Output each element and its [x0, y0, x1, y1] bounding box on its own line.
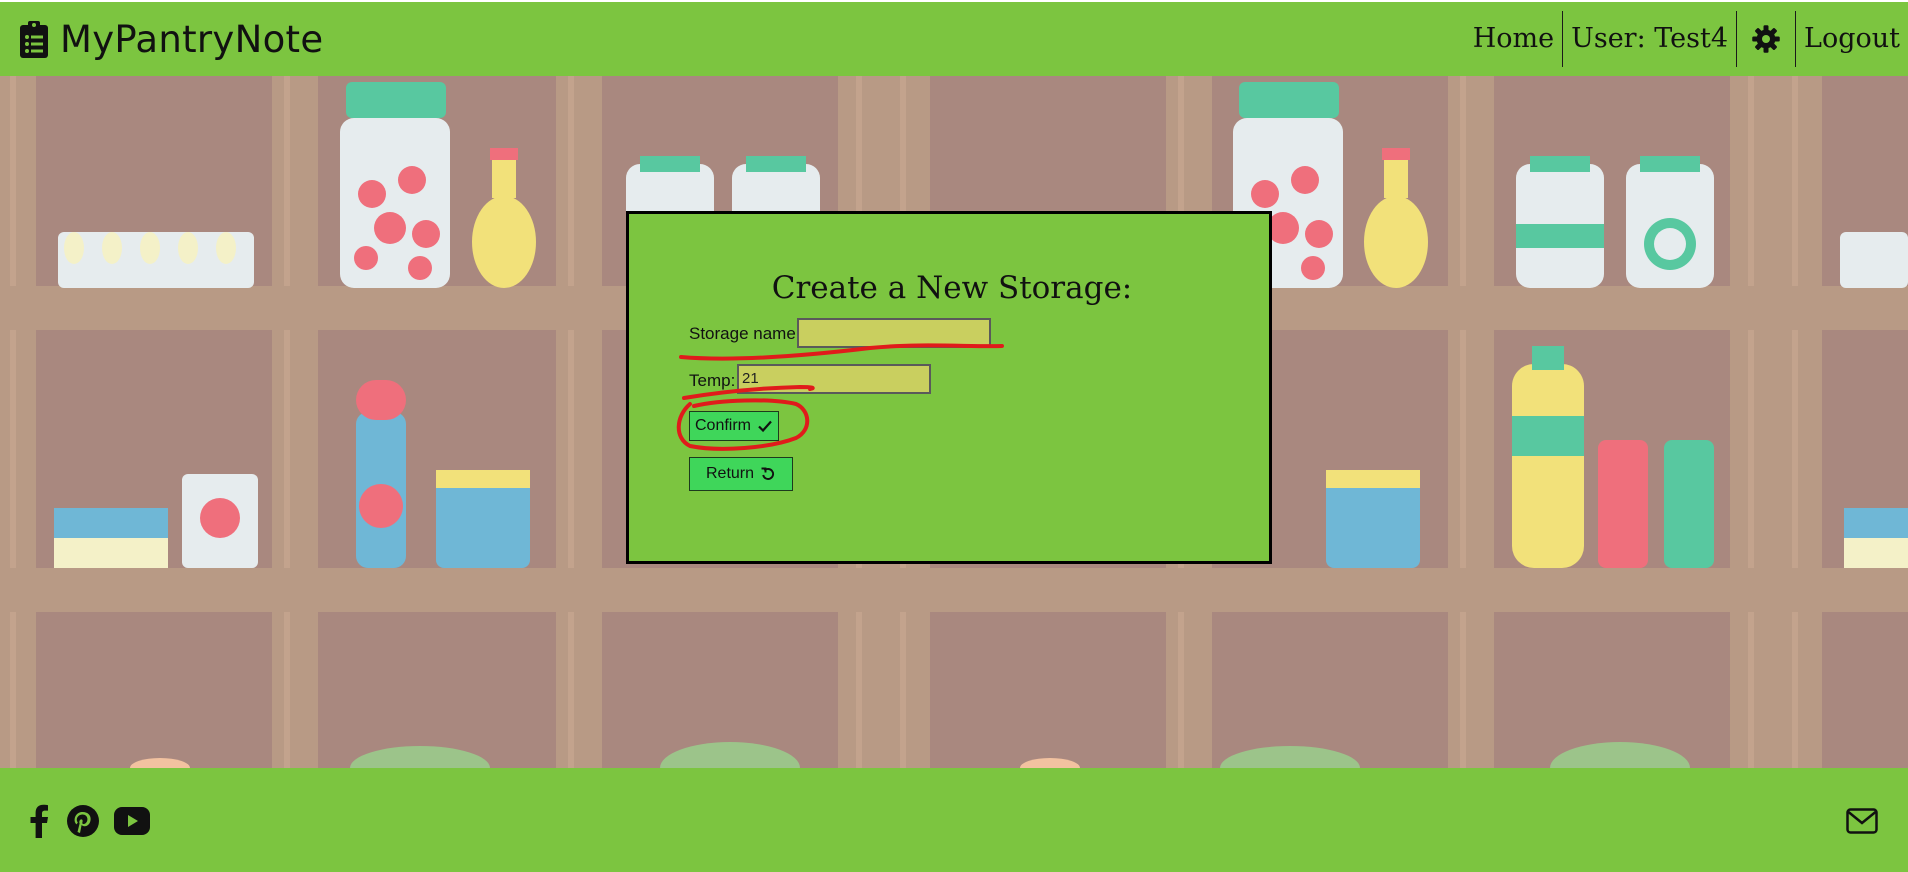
dialog-title: Create a New Storage:: [771, 270, 1133, 306]
temp-input[interactable]: 21: [737, 364, 931, 394]
settings-button[interactable]: [1736, 11, 1795, 67]
gear-icon: [1752, 25, 1780, 53]
social-links: [28, 804, 150, 838]
confirm-button-label: Confirm: [694, 417, 751, 434]
return-button-label: Return: [705, 465, 755, 482]
youtube-icon[interactable]: [114, 807, 150, 835]
envelope-icon[interactable]: [1846, 808, 1878, 834]
main-nav: Home User: Test4 Logout: [1465, 2, 1908, 76]
return-button[interactable]: Return: [689, 457, 793, 491]
undo-icon: [761, 467, 775, 480]
nav-user-label[interactable]: User: Test4: [1562, 11, 1736, 67]
nav-logout-link[interactable]: Logout: [1795, 11, 1908, 67]
contact-link[interactable]: [1846, 804, 1878, 838]
check-icon: [758, 420, 772, 433]
temp-label: Temp:: [689, 371, 736, 390]
create-storage-dialog: Create a New Storage: Storage name: Temp…: [626, 211, 1272, 564]
storage-name-input[interactable]: [797, 318, 991, 348]
nav-home-link[interactable]: Home: [1465, 11, 1562, 67]
storage-name-label: Storage name:: [689, 324, 801, 343]
clipboard-list-icon: [20, 21, 48, 58]
facebook-icon[interactable]: [28, 804, 50, 838]
pinterest-icon[interactable]: [66, 804, 100, 838]
confirm-button[interactable]: Confirm: [689, 411, 779, 441]
top-navbar: MyPantryNote Home User: Test4 Logout: [0, 2, 1908, 76]
brand[interactable]: MyPantryNote: [18, 18, 323, 61]
footer: [0, 768, 1908, 872]
brand-title: MyPantryNote: [60, 17, 324, 61]
